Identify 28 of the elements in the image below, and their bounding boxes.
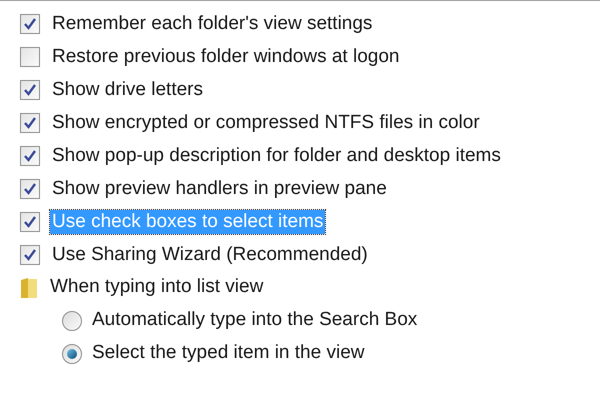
- checkbox[interactable]: [20, 146, 40, 166]
- checkmark-icon: [23, 116, 37, 130]
- option-label[interactable]: Show preview handlers in preview pane: [50, 176, 389, 200]
- radio-button[interactable]: [62, 310, 82, 330]
- radio-button[interactable]: [62, 344, 82, 364]
- checkbox[interactable]: [20, 244, 40, 264]
- checkbox[interactable]: [20, 178, 40, 198]
- checkmark-icon: [23, 182, 37, 196]
- checkmark-icon: [23, 214, 37, 228]
- option-label[interactable]: Select the typed item in the view: [92, 339, 364, 368]
- checkmark-icon: [23, 148, 37, 162]
- option-label[interactable]: Automatically type into the Search Box: [92, 306, 418, 335]
- option-label[interactable]: Use Sharing Wizard (Recommended): [50, 242, 370, 266]
- option-label[interactable]: Show encrypted or compressed NTFS files in color: [50, 110, 482, 134]
- checkbox[interactable]: [20, 46, 40, 66]
- checkbox[interactable]: [20, 212, 40, 232]
- checkbox[interactable]: [20, 14, 40, 34]
- group-label: When typing into list view: [50, 275, 264, 300]
- option-label[interactable]: Show pop-up description for folder and desktop items: [50, 144, 503, 168]
- checkbox[interactable]: [20, 80, 40, 100]
- checkbox[interactable]: [20, 112, 40, 132]
- option-label[interactable]: Remember each folder's view settings: [50, 12, 374, 36]
- checkmark-icon: [23, 16, 37, 30]
- folder-icon: [20, 276, 38, 298]
- option-label[interactable]: Restore previous folder windows at logon: [50, 44, 402, 68]
- checkmark-icon: [23, 82, 37, 96]
- checkmark-icon: [23, 248, 37, 262]
- option-label[interactable]: Show drive letters: [50, 78, 206, 102]
